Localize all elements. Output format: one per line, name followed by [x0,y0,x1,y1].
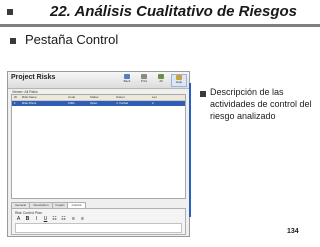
column-header[interactable]: Code [68,95,75,100]
control-panel: Risk Control Plan A B I U ☷ ☷ ≡ ≡ [11,208,186,235]
font-color-button[interactable]: A [15,216,22,222]
table-cell: 2 [152,101,154,105]
title-bullet-icon [7,9,13,15]
bold-button[interactable]: B [24,216,31,222]
toolbar-label: All [159,79,163,83]
page-number: 134 [287,228,299,235]
bullet-list-button[interactable]: ☷ [51,216,58,222]
description-text: Descripción de las actividades de contro… [210,87,312,121]
table-cell: J. Carbal [116,101,129,105]
toolbar-all-button[interactable]: All [154,74,168,85]
toolbar-label: Back [123,79,131,83]
heading-bullet-icon [10,38,16,44]
window-title-bar: Project Risks Back Print All Help [8,72,189,89]
numbered-list-button[interactable]: ☷ [60,216,67,222]
italic-button[interactable]: I [33,216,40,222]
title-rule [0,24,320,27]
window-title: Project Risks [11,74,56,81]
toolbar-back-button[interactable]: Back [120,74,134,85]
column-header[interactable]: Lev [152,95,157,100]
align-left-button[interactable]: ≡ [70,216,77,222]
bullet-heading: Pestaña Control [25,32,119,47]
slide-title: 22. Análisis Cualitativo de Riesgos [50,3,298,20]
toolbar-print-button[interactable]: Print [137,74,151,85]
table-cell: Open [90,101,98,105]
column-header[interactable]: ID [14,95,17,100]
description-bullet-icon [200,91,206,97]
table-cell: F001 [68,101,75,105]
detail-label: Risk Control Plan [15,211,43,215]
table-row[interactable]: 1 Risk Plan1 F001 Open J. Carbal 2 [12,101,185,106]
column-header[interactable]: Owner [116,95,125,100]
control-text-area[interactable] [15,223,182,233]
align-center-button[interactable]: ≡ [79,216,86,222]
underline-button[interactable]: U [42,216,49,222]
column-header[interactable]: Risk Name [22,95,37,100]
project-risks-window: Project Risks Back Print All Help Viewer… [7,71,190,237]
toolbar-label: Help [175,80,183,84]
toolbar-label: Print [140,79,148,83]
column-header[interactable]: Status [90,95,99,100]
vertical-divider [189,83,191,217]
risk-grid: ID Risk Name Code Status Owner Lev 1 Ris… [11,94,186,199]
toolbar-help-button[interactable]: Help [171,74,187,87]
table-cell: 1 [14,101,16,105]
table-cell: Risk Plan1 [22,101,37,105]
